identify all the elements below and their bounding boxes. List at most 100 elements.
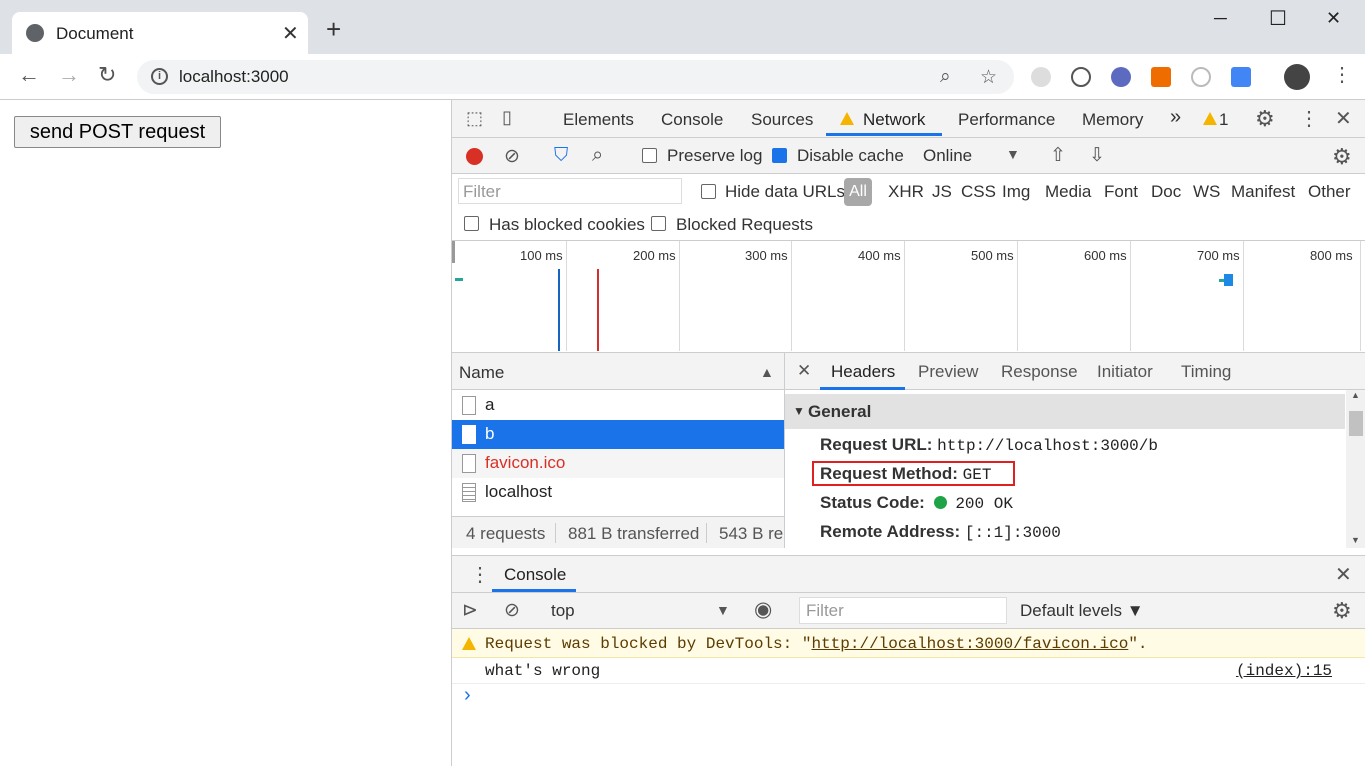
inspect-element-icon[interactable]: ⬚: [466, 108, 483, 129]
console-filter-input[interactable]: Filter: [799, 597, 1007, 624]
clear-icon[interactable]: ⊘: [504, 145, 520, 168]
timeline-tick: 200 ms: [633, 248, 676, 263]
name-column-header[interactable]: Name ▲: [452, 353, 784, 390]
maximize-button[interactable]: ☐: [1269, 6, 1287, 31]
close-details-icon[interactable]: ✕: [797, 361, 811, 381]
tab-console[interactable]: Console: [661, 110, 723, 130]
show-sidebar-icon[interactable]: ⊳: [462, 599, 478, 622]
record-icon[interactable]: [466, 148, 483, 165]
console-settings-icon[interactable]: ⚙: [1332, 598, 1352, 624]
details-scrollbar[interactable]: ▲ ▼: [1346, 390, 1365, 548]
has-blocked-cookies-checkbox[interactable]: [464, 216, 479, 231]
filter-funnel-icon[interactable]: ⛉: [554, 145, 568, 167]
address-bar[interactable]: i localhost:3000 ⌕ ☆: [137, 60, 1014, 94]
warning-icon: [462, 637, 476, 650]
console-prompt-icon[interactable]: ›: [464, 684, 471, 707]
live-expression-eye-icon[interactable]: ◉: [754, 597, 772, 622]
extension-icon[interactable]: [1191, 67, 1211, 87]
search-icon[interactable]: ⌕: [592, 144, 603, 167]
filter-type-js[interactable]: JS: [932, 182, 952, 202]
favicon-url-link[interactable]: http://localhost:3000/favicon.ico: [811, 635, 1128, 653]
tab-network[interactable]: Network: [863, 110, 925, 130]
filter-type-css[interactable]: CSS: [961, 182, 996, 202]
tab-elements[interactable]: Elements: [563, 110, 634, 130]
info-icon[interactable]: i: [151, 68, 168, 85]
throttling-select[interactable]: Online: [923, 146, 972, 166]
tab-response[interactable]: Response: [1001, 362, 1078, 382]
filter-type-doc[interactable]: Doc: [1151, 182, 1181, 202]
new-tab-button[interactable]: +: [326, 16, 341, 42]
preserve-log-checkbox[interactable]: [642, 148, 657, 163]
context-select[interactable]: top: [551, 601, 575, 621]
import-har-icon[interactable]: ⇧: [1050, 144, 1066, 167]
reload-icon[interactable]: ↻: [98, 64, 116, 86]
extension-icon[interactable]: [1111, 67, 1131, 87]
filter-type-ws[interactable]: WS: [1193, 182, 1220, 202]
timeline-handle[interactable]: [452, 241, 455, 263]
close-devtools-icon[interactable]: ✕: [1335, 106, 1352, 131]
extension-icon[interactable]: [1151, 67, 1171, 87]
tab-preview[interactable]: Preview: [918, 362, 978, 382]
tab-close-icon[interactable]: ✕: [282, 21, 299, 46]
device-toolbar-icon[interactable]: ▯: [502, 107, 512, 128]
profile-avatar[interactable]: [1284, 64, 1310, 90]
filter-type-media[interactable]: Media: [1045, 182, 1091, 202]
close-drawer-icon[interactable]: ✕: [1335, 562, 1352, 587]
back-icon[interactable]: ←: [18, 64, 40, 86]
warning-icon[interactable]: [1203, 112, 1217, 125]
filter-type-manifest[interactable]: Manifest: [1231, 182, 1295, 202]
tab-initiator[interactable]: Initiator: [1097, 362, 1153, 382]
filter-type-img[interactable]: Img: [1002, 182, 1030, 202]
chevron-down-icon[interactable]: ▼: [716, 602, 730, 618]
tab-sources[interactable]: Sources: [751, 110, 813, 130]
log-levels-select[interactable]: Default levels ▼: [1020, 601, 1144, 621]
close-window-button[interactable]: ✕: [1326, 8, 1341, 29]
url-text: localhost:3000: [179, 67, 289, 86]
filter-type-all[interactable]: All: [844, 178, 872, 206]
forward-icon[interactable]: →: [58, 64, 80, 86]
disable-cache-checkbox[interactable]: [772, 148, 787, 163]
send-post-request-button[interactable]: send POST request: [14, 116, 221, 148]
sort-ascending-icon[interactable]: ▲: [760, 364, 774, 380]
tab-headers[interactable]: Headers: [831, 362, 895, 382]
filter-type-other[interactable]: Other: [1308, 182, 1351, 202]
warning-count[interactable]: 1: [1219, 110, 1228, 130]
filter-type-font[interactable]: Font: [1104, 182, 1138, 202]
log-source-link[interactable]: (index):15: [1236, 662, 1332, 680]
scrollbar-thumb[interactable]: [1349, 411, 1363, 436]
tab-performance[interactable]: Performance: [958, 110, 1055, 130]
request-row-localhost[interactable]: localhost: [452, 478, 784, 507]
tab-timing[interactable]: Timing: [1181, 362, 1231, 382]
settings-gear-icon[interactable]: ⚙: [1255, 106, 1275, 132]
chrome-menu-icon[interactable]: ⋮: [1332, 64, 1352, 86]
request-row-a[interactable]: a: [452, 391, 784, 420]
tab-title: Document: [56, 24, 134, 43]
request-row-b[interactable]: b: [452, 420, 784, 449]
network-settings-icon[interactable]: ⚙: [1332, 144, 1352, 170]
zoom-icon[interactable]: ⌕: [940, 66, 951, 88]
chevron-down-icon[interactable]: ▼: [1006, 146, 1020, 162]
minimize-button[interactable]: ─: [1214, 8, 1227, 29]
network-filter-input[interactable]: Filter: [458, 178, 682, 204]
scroll-up-icon[interactable]: ▲: [1351, 390, 1360, 400]
drawer-menu-icon[interactable]: ⋮: [470, 562, 490, 587]
bookmark-star-icon[interactable]: ☆: [980, 66, 997, 89]
extension-icon[interactable]: [1031, 67, 1051, 87]
tab-memory[interactable]: Memory: [1082, 110, 1143, 130]
clear-console-icon[interactable]: ⊘: [504, 599, 520, 622]
scroll-down-icon[interactable]: ▼: [1351, 535, 1360, 545]
browser-tab[interactable]: Document ✕: [12, 12, 308, 54]
general-section-header[interactable]: ▼ General: [785, 394, 1345, 429]
request-row-favicon[interactable]: favicon.ico: [452, 449, 784, 478]
export-har-icon[interactable]: ⇩: [1089, 144, 1105, 167]
grid-line: [1017, 241, 1018, 351]
translate-icon[interactable]: [1231, 67, 1251, 87]
drawer-tab-console[interactable]: Console: [504, 565, 566, 585]
blocked-requests-checkbox[interactable]: [651, 216, 666, 231]
filter-type-xhr[interactable]: XHR: [888, 182, 924, 202]
network-overview-timeline[interactable]: 100 ms 200 ms 300 ms 400 ms 500 ms 600 m…: [452, 241, 1365, 353]
hide-data-urls-checkbox[interactable]: [701, 184, 716, 199]
devtools-menu-icon[interactable]: ⋮: [1299, 106, 1319, 131]
extension-icon[interactable]: [1071, 67, 1091, 87]
more-tabs-icon[interactable]: »: [1170, 106, 1181, 129]
